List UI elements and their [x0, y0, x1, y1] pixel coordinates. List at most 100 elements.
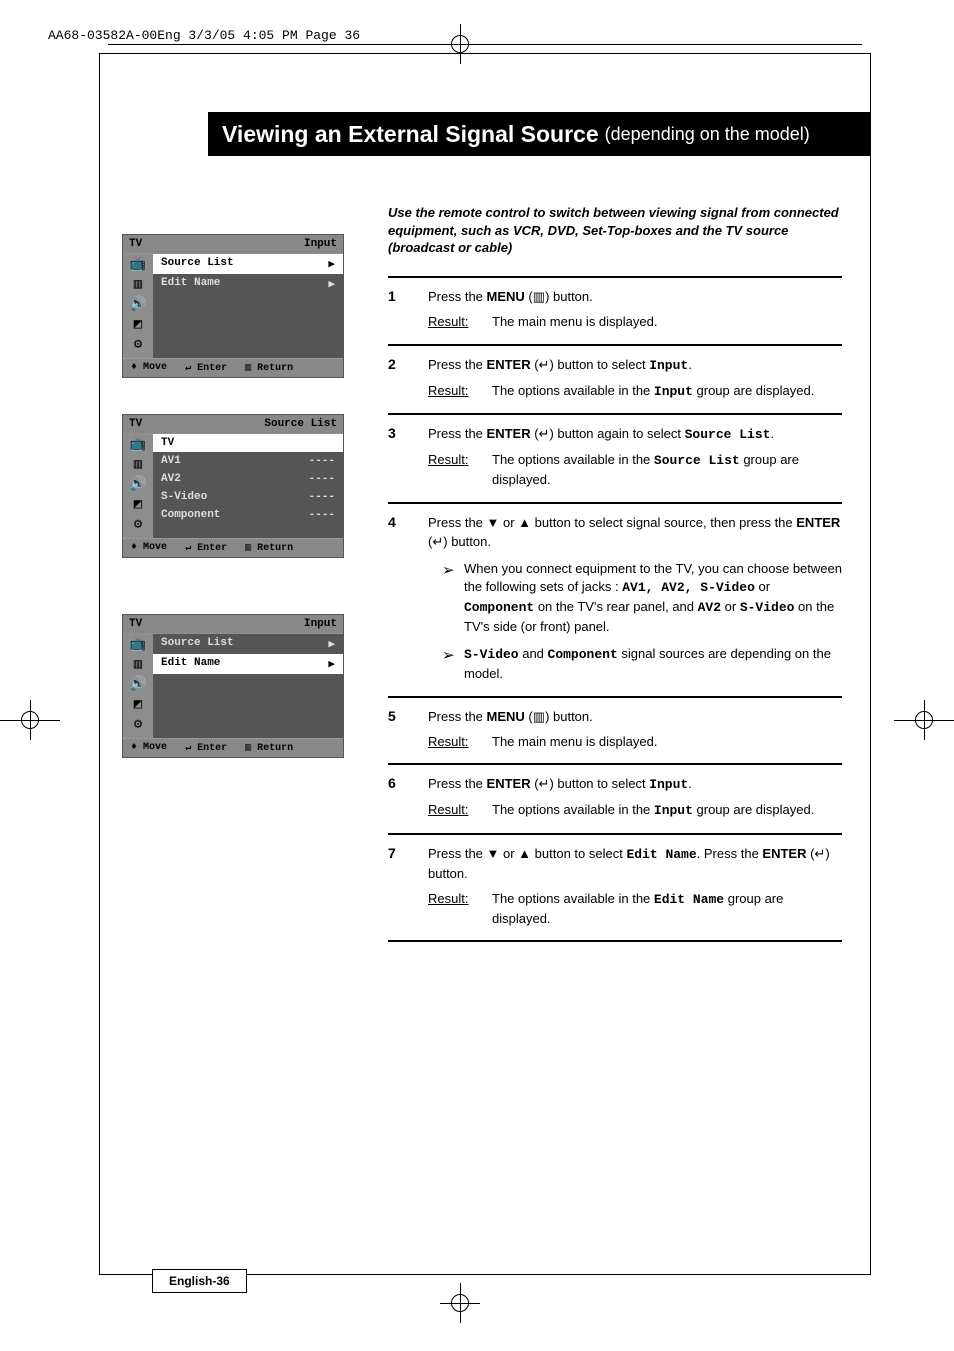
osd-icon: ▥: [134, 658, 142, 672]
page-title: Viewing an External Signal Source: [222, 121, 599, 148]
intro-text: Use the remote control to switch between…: [388, 204, 842, 257]
osd-panel-input-1: TV Input 📺 ▥ 🔊 ◩ ⚙ Source List ▶ Edit Na…: [122, 234, 344, 378]
osd-panel-input-2: TV Input 📺 ▥ 🔊 ◩ ⚙ Source List ▶ Edit Na…: [122, 614, 344, 758]
result-label: Result:: [428, 733, 492, 752]
result-label: Result:: [428, 451, 492, 490]
osd-row-val: ▶: [328, 277, 335, 291]
step-subnote: ➢ S-Video and Component signal sources a…: [428, 645, 842, 684]
osd-ftr-move: ♦ Move: [131, 542, 167, 554]
osd-row-label: Edit Name: [161, 657, 220, 671]
osd-icon: ◩: [134, 698, 142, 712]
note-arrow-icon: ➢: [442, 645, 464, 684]
osd-row-label: Edit Name: [161, 277, 220, 291]
osd-row-val: ----: [309, 473, 335, 485]
osd-hdr-right: Source List: [264, 418, 337, 430]
osd-icon: 🔊: [129, 478, 146, 492]
osd-ftr-move: ♦ Move: [131, 362, 167, 374]
result-text: The options available in the Source List…: [492, 451, 842, 490]
step-number: 7: [388, 845, 428, 928]
osd-row: Source List ▶: [153, 634, 343, 654]
osd-iconcol: 📺 ▥ 🔊 ◩ ⚙: [123, 254, 153, 358]
result-label: Result:: [428, 382, 492, 402]
osd-row: AV2 ----: [153, 470, 343, 488]
result-text: The options available in the Input group…: [492, 382, 814, 402]
osd-hdr-left: TV: [129, 238, 142, 250]
osd-icon: ⚙: [134, 338, 142, 352]
osd-row-val: ▶: [328, 257, 335, 271]
osd-ftr-enter: ↵ Enter: [185, 542, 227, 554]
osd-row-label: S-Video: [161, 491, 207, 503]
osd-iconcol: 📺 ▥ 🔊 ◩ ⚙: [123, 434, 153, 538]
osd-ftr-enter: ↵ Enter: [185, 742, 227, 754]
step: 5 Press the MENU (▥) button. Result: The…: [388, 696, 842, 764]
osd-icon: 📺: [129, 638, 146, 652]
osd-icon: 🔊: [129, 298, 146, 312]
osd-row-val: ----: [309, 491, 335, 503]
page-title-bar: Viewing an External Signal Source (depen…: [208, 112, 870, 156]
osd-hdr-right: Input: [304, 238, 337, 250]
enter-icon: ↵: [539, 357, 550, 372]
osd-row-label: Source List: [161, 637, 234, 651]
result-text: The main menu is displayed.: [492, 313, 657, 332]
crop-mark-bottom: [440, 1283, 480, 1323]
step-number: 1: [388, 288, 428, 332]
osd-row-label: Component: [161, 509, 220, 521]
osd-ftr-return: ▥ Return: [245, 362, 293, 374]
osd-icon: 📺: [129, 438, 146, 452]
step-subnote: ➢ When you connect equipment to the TV, …: [428, 560, 842, 637]
enter-icon: ↵: [539, 776, 550, 791]
enter-icon: ↵: [539, 426, 550, 441]
osd-row-val: ▶: [328, 657, 335, 671]
osd-row: S-Video ----: [153, 488, 343, 506]
step-number: 5: [388, 708, 428, 752]
note-arrow-icon: ➢: [442, 560, 464, 637]
osd-row: Edit Name ▶: [153, 654, 343, 674]
step: 4 Press the ▼ or ▲ button to select sign…: [388, 502, 842, 696]
osd-hdr-left: TV: [129, 418, 142, 430]
osd-icon: 📺: [129, 258, 146, 272]
osd-icon: ▥: [134, 458, 142, 472]
osd-hdr-left: TV: [129, 618, 142, 630]
enter-icon: ↵: [432, 534, 443, 549]
step-number: 4: [388, 514, 428, 684]
osd-icon: ◩: [134, 318, 142, 332]
osd-row-label: Source List: [161, 257, 234, 271]
osd-row-val: ----: [309, 455, 335, 467]
osd-iconcol: 📺 ▥ 🔊 ◩ ⚙: [123, 634, 153, 738]
enter-icon: ↵: [814, 846, 825, 861]
osd-hdr-right: Input: [304, 618, 337, 630]
osd-row-val: ▶: [328, 637, 335, 651]
result-label: Result:: [428, 890, 492, 929]
step-body: Press the MENU (▥) button. Result: The m…: [428, 288, 842, 332]
osd-row: Component ----: [153, 506, 343, 524]
osd-row-label: AV2: [161, 473, 181, 485]
osd-row: AV1 ----: [153, 452, 343, 470]
osd-icon: ▥: [134, 278, 142, 292]
osd-ftr-return: ▥ Return: [245, 742, 293, 754]
step-body: Press the ENTER (↵) button to select Inp…: [428, 356, 842, 402]
step-body: Press the MENU (▥) button. Result: The m…: [428, 708, 842, 752]
menu-icon: ▥: [533, 709, 545, 724]
step: 3 Press the ENTER (↵) button again to se…: [388, 413, 842, 502]
step: 1 Press the MENU (▥) button. Result: The…: [388, 276, 842, 344]
step: 7 Press the ▼ or ▲ button to select Edit…: [388, 833, 842, 942]
step: 2 Press the ENTER (↵) button to select I…: [388, 344, 842, 414]
osd-icon: 🔊: [129, 678, 146, 692]
step-number: 6: [388, 775, 428, 821]
result-label: Result:: [428, 801, 492, 821]
osd-panel-source-list: TV Source List 📺 ▥ 🔊 ◩ ⚙ TV AV1 ---- AV2…: [122, 414, 344, 558]
crop-mark-right: [894, 700, 954, 740]
osd-row-label: AV1: [161, 455, 181, 467]
osd-ftr-move: ♦ Move: [131, 742, 167, 754]
step: 6 Press the ENTER (↵) button to select I…: [388, 763, 842, 833]
osd-row: Edit Name ▶: [153, 274, 343, 294]
osd-ftr-enter: ↵ Enter: [185, 362, 227, 374]
step-body: Press the ▼ or ▲ button to select signal…: [428, 514, 842, 684]
osd-icon: ◩: [134, 498, 142, 512]
step-body: Press the ENTER (↵) button to select Inp…: [428, 775, 842, 821]
page-number: English-36: [152, 1269, 247, 1293]
print-header: AA68-03582A-00Eng 3/3/05 4:05 PM Page 36: [48, 28, 360, 43]
page-inner-rule: [108, 44, 862, 45]
step-number: 2: [388, 356, 428, 402]
step-body: Press the ENTER (↵) button again to sele…: [428, 425, 842, 490]
